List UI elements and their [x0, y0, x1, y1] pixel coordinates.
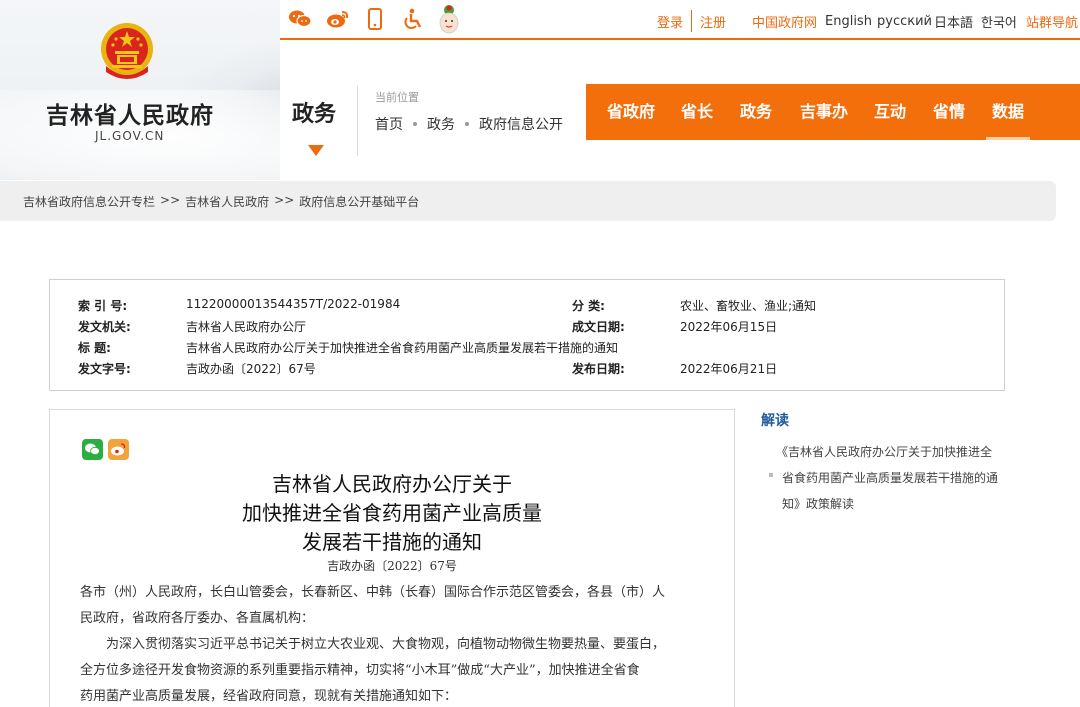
title-value: 吉林省人民政府办公厅关于加快推进全省食药用菌产业高质量发展若干措施的通知: [186, 341, 619, 355]
doc-number: 吉政办函〔2022〕67号: [327, 559, 457, 573]
section-title: 政务: [292, 102, 337, 127]
nav-item-hudong[interactable]: 互动: [874, 84, 906, 140]
body-line-3: 药用菌产业高质量发展，经省政府同意，现就有关措施通知如下：: [80, 689, 458, 704]
mascot-icon[interactable]: [436, 2, 462, 34]
breadcrumb-item-province-gov[interactable]: 吉林省人民政府: [185, 193, 269, 210]
site-domain: JL.GOV.CN: [95, 129, 165, 143]
section-arrow-icon: [308, 145, 324, 156]
doc-title-line-2: 加快推进全省食药用菌产业高质量: [242, 501, 542, 525]
nav-item-sheng-zhengfu[interactable]: 省政府: [607, 84, 655, 140]
body-line-1: 为深入贯彻落实习近平总书记关于树立大农业观、大食物观，向植物动物微生物要热量、要…: [106, 637, 666, 652]
doc-title-line-1: 吉林省人民政府办公厅关于: [272, 472, 512, 496]
header-divider: [357, 86, 358, 156]
nav-item-shuju[interactable]: 数据: [992, 84, 1024, 140]
category-value: 农业、畜牧业、渔业;通知: [680, 299, 817, 313]
published-date-value: 2022年06月21日: [680, 362, 778, 376]
category-label: 分 类:: [572, 299, 605, 313]
doc-title-line-3: 发展若干措施的通知: [302, 530, 482, 554]
auth-links: 登录 注册: [657, 10, 726, 32]
wechat-icon[interactable]: [287, 6, 313, 32]
nav-item-shengzhang[interactable]: 省长: [681, 84, 713, 140]
issuer-label: 发文机关:: [78, 320, 131, 334]
register-link[interactable]: 注册: [700, 12, 726, 31]
japanese-link[interactable]: 日本語: [934, 12, 973, 31]
login-link[interactable]: 登录: [657, 12, 683, 31]
korean-link[interactable]: 한국어: [981, 12, 1017, 31]
breadcrumb-item-platform[interactable]: 政府信息公开基础平台: [299, 193, 419, 210]
issuer-value: 吉林省人民政府办公厅: [186, 320, 307, 334]
nav-active-indicator: [986, 137, 1030, 140]
doc-no-label: 发文字号:: [78, 362, 131, 376]
accessibility-icon[interactable]: [401, 6, 425, 32]
english-link[interactable]: English: [825, 12, 872, 30]
breadcrumb-separator: >>: [274, 193, 295, 207]
title-label: 标 题:: [78, 341, 111, 355]
breadcrumb: 吉林省政府信息公开专栏 >> 吉林省人民政府 >> 政府信息公开基础平台: [23, 193, 419, 210]
russian-link[interactable]: русский: [877, 12, 932, 30]
mobile-icon[interactable]: [364, 6, 386, 32]
share-wechat-icon[interactable]: [82, 439, 103, 460]
nav-item-zhengwu[interactable]: 政务: [740, 84, 772, 140]
location-trail: 首页 政务 政府信息公开: [375, 114, 563, 134]
nav-item-jishiban[interactable]: 吉事办: [800, 84, 848, 140]
index-no-label: 索 引 号:: [78, 299, 128, 313]
location-zhengwu-link[interactable]: 政务: [427, 114, 455, 134]
site-title[interactable]: 吉林省人民政府: [46, 96, 214, 130]
published-date-label: 发布日期:: [572, 362, 625, 376]
interpretation-bullet: [769, 473, 773, 477]
doc-no-value: 吉政办函〔2022〕67号: [186, 362, 316, 376]
recipients-line-1: 各市（州）人民政府，长白山管委会，长春新区、中韩（长春）国际合作示范区管委会，各…: [80, 585, 666, 600]
index-no-value: 11220000013544357T/2022-01984: [186, 297, 401, 311]
breadcrumb-separator: >>: [160, 193, 181, 207]
gov-cn-link[interactable]: 中国政府网: [752, 12, 817, 31]
body-line-2: 全方位多途径开发食物资源的系列重要指示精神，切实将“小木耳”做成“大产业”，加快…: [80, 663, 640, 678]
auth-separator: [691, 10, 693, 32]
recipients-line-2: 民政府，省政府各厅委办、各直属机构：: [80, 611, 315, 626]
location-xxgk-link[interactable]: 政府信息公开: [479, 114, 563, 134]
interpretation-title: 解读: [761, 413, 789, 429]
location-dot: [465, 122, 469, 126]
nav-item-shengqing[interactable]: 省情: [933, 84, 965, 140]
site-group-nav-link[interactable]: 站群导航: [1026, 12, 1078, 31]
breadcrumb-item-xxgk-column[interactable]: 吉林省政府信息公开专栏: [23, 193, 155, 210]
weibo-icon[interactable]: [325, 6, 351, 32]
location-label: 当前位置: [375, 91, 419, 104]
interpretation-link[interactable]: 《吉林省人民政府办公厅关于加快推进全省食药用菌产业高质量发展若干措施的通知》政策…: [776, 439, 998, 517]
location-home-link[interactable]: 首页: [375, 114, 403, 134]
created-date-label: 成文日期:: [572, 320, 625, 334]
top-accent-line: [280, 38, 1080, 40]
national-emblem-icon[interactable]: [98, 22, 156, 82]
share-weibo-icon[interactable]: [108, 439, 129, 460]
created-date-value: 2022年06月15日: [680, 320, 778, 334]
location-dot: [413, 122, 417, 126]
